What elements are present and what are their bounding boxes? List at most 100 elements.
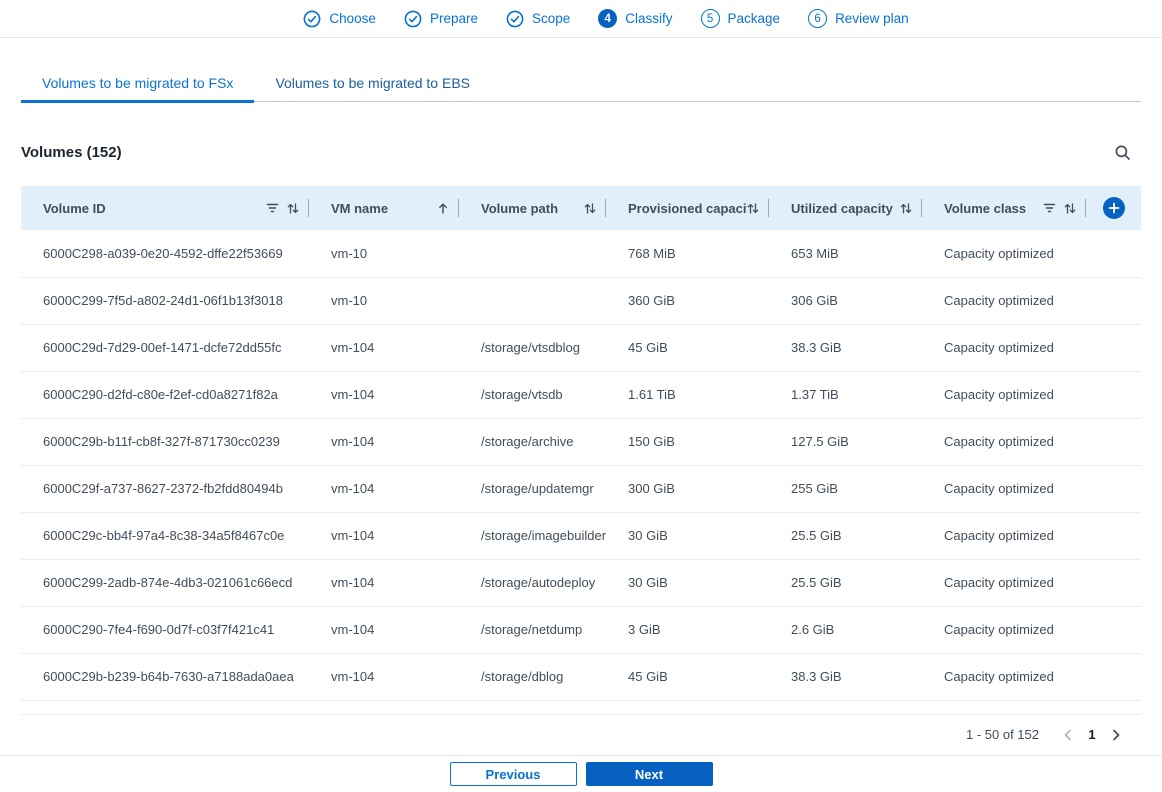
chevron-right-icon[interactable] [1103,722,1129,748]
tab-bar: Volumes to be migrated to FSx Volumes to… [21,64,1141,103]
sort-asc-icon[interactable] [437,202,449,215]
step-label: Prepare [429,11,478,26]
cell-spacer [1086,512,1141,560]
cell-volume-class: Capacity optimized [922,418,1086,466]
cell-spacer [1086,559,1141,607]
column-header-volume-class[interactable]: Volume class [922,186,1086,230]
cell-volume-id: 6000C29c-bb4f-97a4-8c38-34a5f8467c0e [21,512,309,560]
sort-icon[interactable] [1064,202,1076,215]
step-label: Package [727,11,781,26]
step-number-badge: 4 [598,9,618,28]
volumes-table: Volume ID VM name Volume path Provisione… [21,186,1141,701]
cell-volume-class: Capacity optimized [922,512,1086,560]
wizard-stepper: Choose Prepare Scope 4 Classify 5 Packag… [0,0,1162,38]
next-button[interactable]: Next [585,762,713,786]
cell-provisioned-capacity: 30 GiB [606,512,769,560]
cell-volume-id: 6000C29b-b11f-cb8f-327f-871730cc0239 [21,418,309,466]
cell-vm-name: vm-104 [309,324,459,372]
search-icon[interactable] [1112,142,1133,163]
table-row: 6000C29b-b239-b64b-7630-a7188ada0aea vm-1… [21,653,1141,701]
volumes-table-body: 6000C298-a039-0e20-4592-dffe22f53669 vm-1… [21,230,1141,701]
cell-spacer [1086,230,1141,278]
chevron-left-icon[interactable] [1055,722,1081,748]
cell-provisioned-capacity: 30 GiB [606,559,769,607]
cell-utilized-capacity: 127.5 GiB [769,418,922,466]
step-package[interactable]: 5 Package [700,9,781,28]
cell-volume-class: Capacity optimized [922,465,1086,513]
add-icon [1108,202,1120,214]
cell-spacer [1086,324,1141,372]
cell-utilized-capacity: 255 GiB [769,465,922,513]
filter-icon[interactable] [1043,202,1056,214]
cell-provisioned-capacity: 768 MiB [606,230,769,278]
table-row: 6000C299-7f5d-a802-24d1-06f1b13f3018 vm-1… [21,277,1141,325]
filter-icon[interactable] [266,202,279,214]
cell-volume-path: /storage/dblog [459,653,606,701]
table-row: 6000C290-7fe4-f690-0d7f-c03f7f421c41 vm-1… [21,606,1141,654]
table-footer-strip [21,701,1141,715]
cell-vm-name: vm-104 [309,371,459,419]
table-row: 6000C290-d2fd-c80e-f2ef-cd0a8271f82a vm-1… [21,371,1141,419]
check-circle-icon [303,10,321,28]
cell-vm-name: vm-104 [309,465,459,513]
cell-volume-path: /storage/vtsdb [459,371,606,419]
pagination-range: 1 - 50 of 152 [966,727,1039,742]
step-label: Choose [329,11,376,26]
stepper-steps: Choose Prepare Scope 4 Classify 5 Packag… [303,9,909,28]
previous-button[interactable]: Previous [449,762,577,786]
cell-provisioned-capacity: 45 GiB [606,653,769,701]
cell-provisioned-capacity: 300 GiB [606,465,769,513]
column-header-volume-path[interactable]: Volume path [459,186,606,230]
cell-volume-path: /storage/imagebuilder [459,512,606,560]
add-column-button[interactable] [1102,197,1125,219]
table-row: 6000C29d-7d29-00ef-1471-dcfe72dd55fc vm-1… [21,324,1141,372]
sort-icon[interactable] [287,202,299,215]
cell-spacer [1086,653,1141,701]
sort-icon[interactable] [900,202,912,215]
tab-volumes-ebs[interactable]: Volumes to be migrated to EBS [254,64,491,101]
step-choose[interactable]: Choose [303,10,376,28]
cell-vm-name: vm-104 [309,606,459,654]
wizard-footer: Previous Next [0,754,1162,792]
cell-volume-path: /storage/autodeploy [459,559,606,607]
cell-volume-class: Capacity optimized [922,653,1086,701]
pagination: 1 - 50 of 152 1 [21,715,1141,755]
sort-icon[interactable] [747,202,759,215]
table-row: 6000C29b-b11f-cb8f-327f-871730cc0239 vm-1… [21,418,1141,466]
step-prepare[interactable]: Prepare [404,10,478,28]
column-header-provisioned-capacity[interactable]: Provisioned capacity [606,186,769,230]
step-scope[interactable]: Scope [506,10,570,28]
check-circle-icon [506,10,524,28]
cell-spacer [1086,418,1141,466]
check-circle-icon [404,10,422,28]
column-header-vm-name[interactable]: VM name [309,186,459,230]
column-label: VM name [331,200,389,216]
cell-volume-path: /storage/archive [459,418,606,466]
cell-volume-class: Capacity optimized [922,606,1086,654]
cell-volume-id: 6000C29d-7d29-00ef-1471-dcfe72dd55fc [21,324,309,372]
cell-volume-class: Capacity optimized [922,230,1086,278]
step-classify[interactable]: 4 Classify [598,9,673,28]
sort-icon[interactable] [584,202,596,215]
column-header-volume-id[interactable]: Volume ID [21,186,309,230]
cell-utilized-capacity: 25.5 GiB [769,559,922,607]
cell-volume-id: 6000C290-d2fd-c80e-f2ef-cd0a8271f82a [21,371,309,419]
cell-utilized-capacity: 2.6 GiB [769,606,922,654]
cell-vm-name: vm-10 [309,277,459,325]
cell-volume-id: 6000C29f-a737-8627-2372-fb2fdd80494b [21,465,309,513]
tab-volumes-fsx[interactable]: Volumes to be migrated to FSx [21,64,255,103]
cell-provisioned-capacity: 3 GiB [606,606,769,654]
pagination-page-1[interactable]: 1 [1081,727,1103,742]
cell-vm-name: vm-104 [309,653,459,701]
cell-volume-path: /storage/vtsdblog [459,324,606,372]
cell-utilized-capacity: 38.3 GiB [769,324,922,372]
page: Choose Prepare Scope 4 Classify 5 Packag… [0,0,1162,792]
cell-volume-path: /storage/netdump [459,606,606,654]
cell-spacer [1086,371,1141,419]
main-content: Volumes to be migrated to FSx Volumes to… [0,38,1162,755]
volumes-title: Volumes (152) [21,143,122,161]
column-label: Volume ID [43,200,106,216]
cell-vm-name: vm-104 [309,418,459,466]
column-header-utilized-capacity[interactable]: Utilized capacity [769,186,922,230]
step-review-plan[interactable]: 6 Review plan [808,9,909,28]
